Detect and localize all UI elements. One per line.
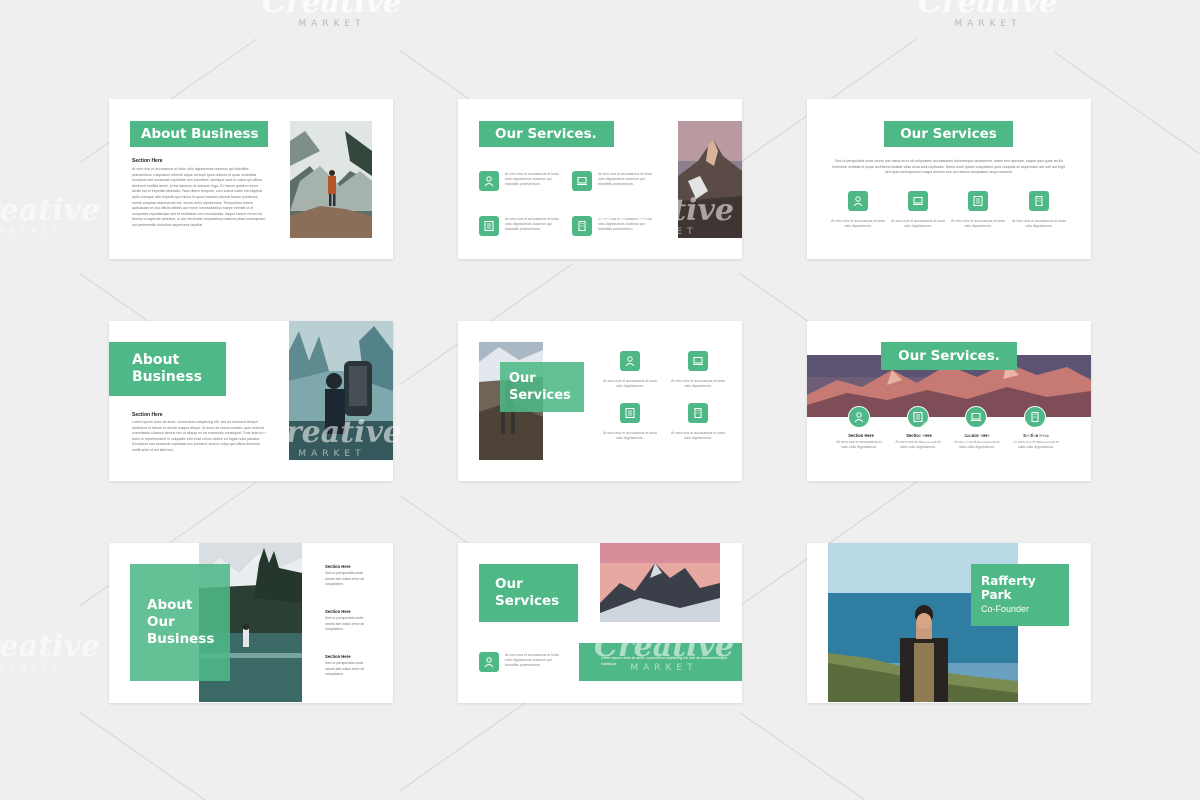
section-heading: Section Here (325, 564, 351, 569)
body-paragraph: Lorem ipsum dolor sit amet, consectetur … (132, 420, 267, 452)
slide-title: About Business (130, 121, 268, 147)
building-icon (1024, 406, 1046, 428)
slide-about-business-1[interactable]: About Business Section Here At vero eos … (109, 99, 393, 259)
section-heading: Section Here (848, 433, 874, 438)
hiker-snow-photo (290, 121, 372, 238)
mountain-peak-photo (678, 121, 742, 238)
body-paragraph: At vero eos et accusamus et iusto odio d… (132, 167, 266, 227)
backpacker-forest-photo (289, 321, 393, 460)
slide-title: Our Services. (881, 342, 1017, 370)
section-text: Sed ut perspiciatis unde omnis iste natu… (325, 616, 365, 632)
user-icon (479, 652, 499, 672)
section-heading: Section Here (325, 654, 351, 659)
slide-our-services-3[interactable]: Our Services At vero eos et accusamus et … (458, 321, 742, 481)
service-text: At vero eos et accusamus et iusto odio d… (891, 219, 945, 228)
watermark-logo: CreativeMARKET (918, 0, 1058, 29)
guide-line (79, 712, 257, 800)
section-heading: Section Here (325, 609, 351, 614)
slide-our-services-2[interactable]: Our Services Sed ut perspiciatis unde om… (807, 99, 1091, 259)
laptop-icon (572, 171, 592, 191)
slide-title: About Business (109, 342, 226, 396)
service-text: At vero eos et accusamus et iusto odio d… (895, 440, 941, 449)
user-icon (848, 406, 870, 428)
service-text: At vero eos et accusamus et iusto odio d… (954, 440, 1000, 449)
slide-about-business-2[interactable]: About Business Section Here Lorem ipsum d… (109, 321, 393, 481)
section-heading: Section Here (1023, 433, 1049, 438)
slide-our-services-5[interactable]: Our Services At vero eos et accusamus et … (458, 543, 742, 703)
user-icon (479, 171, 499, 191)
slide-title: Our Services (884, 121, 1013, 147)
service-text: At vero eos et accusamus et iusto odio d… (836, 440, 882, 449)
service-text: At vero eos et accusamus et iusto odio d… (598, 172, 652, 186)
slide-title: About Our Business (130, 564, 230, 681)
checklist-icon (907, 406, 929, 428)
body-paragraph: Sed ut perspiciatis unde omnis iste natu… (832, 159, 1066, 175)
user-icon (620, 351, 640, 371)
watermark-logo: CreativeMARKET (262, 0, 402, 29)
band-text: Lorem ipsum dolor sit amet, consectetur … (601, 656, 728, 666)
service-text: At vero eos et accusamus et iusto odio d… (1012, 219, 1066, 228)
building-icon (1029, 191, 1049, 211)
guide-line (739, 712, 888, 800)
slide-our-services-4[interactable]: Our Services. Section Here At vero eos e… (807, 321, 1091, 481)
section-heading: Section Here (906, 433, 932, 438)
service-text: At vero eos et accusamus et iusto odio d… (505, 653, 559, 667)
slide-team-member[interactable]: Rafferty Park Co-Founder (807, 543, 1091, 703)
section-text: Sed ut perspiciatis unde omnis iste natu… (325, 661, 365, 677)
user-icon (848, 191, 868, 211)
section-heading: Section Here (132, 412, 163, 418)
laptop-icon (688, 351, 708, 371)
service-text: At vero eos et accusamus et iusto odio d… (603, 431, 657, 440)
building-icon (572, 216, 592, 236)
building-icon (688, 403, 708, 423)
slide-about-our-business[interactable]: About Our Business Section Here Sed ut per… (109, 543, 393, 703)
service-text: At vero eos et accusamus et iusto odio d… (831, 219, 885, 228)
slide-title: Our Services. (479, 121, 614, 147)
service-text: At vero eos et accusamus et iusto odio d… (505, 172, 559, 186)
sunset-mountain-photo (600, 543, 720, 622)
laptop-icon (965, 406, 987, 428)
checklist-icon (620, 403, 640, 423)
laptop-icon (908, 191, 928, 211)
watermark-logo: CreativeMARKET (0, 193, 100, 237)
member-role: Co-Founder (981, 604, 1030, 614)
service-text: At vero eos et accusamus et iusto odio d… (598, 217, 652, 231)
slide-title: Our Services (479, 564, 578, 622)
member-first-name: Rafferty (981, 574, 1036, 588)
service-text: At vero eos et accusamus et iusto odio d… (1013, 440, 1059, 449)
slide-title: Our Services (500, 362, 584, 412)
checklist-icon (968, 191, 988, 211)
service-text: At vero eos et accusamus et iusto odio d… (671, 379, 725, 388)
member-last-name: Park (981, 588, 1012, 602)
section-heading: Section Here (964, 433, 990, 438)
watermark-logo: CreativeMARKET (0, 629, 100, 673)
section-heading: Section Here (132, 158, 163, 164)
service-text: At vero eos et accusamus et iusto odio d… (603, 379, 657, 388)
name-card: Rafferty Park Co-Founder (971, 564, 1069, 626)
service-text: At vero eos et accusamus et iusto odio d… (951, 219, 1005, 228)
service-text: At vero eos et accusamus et iusto odio d… (671, 431, 725, 440)
section-text: Sed ut perspiciatis unde omnis iste natu… (325, 571, 365, 587)
checklist-icon (479, 216, 499, 236)
service-text: At vero eos et accusamus et iusto odio d… (505, 217, 559, 231)
slide-our-services-1[interactable]: Our Services. At vero eos et accusamus e… (458, 99, 742, 259)
